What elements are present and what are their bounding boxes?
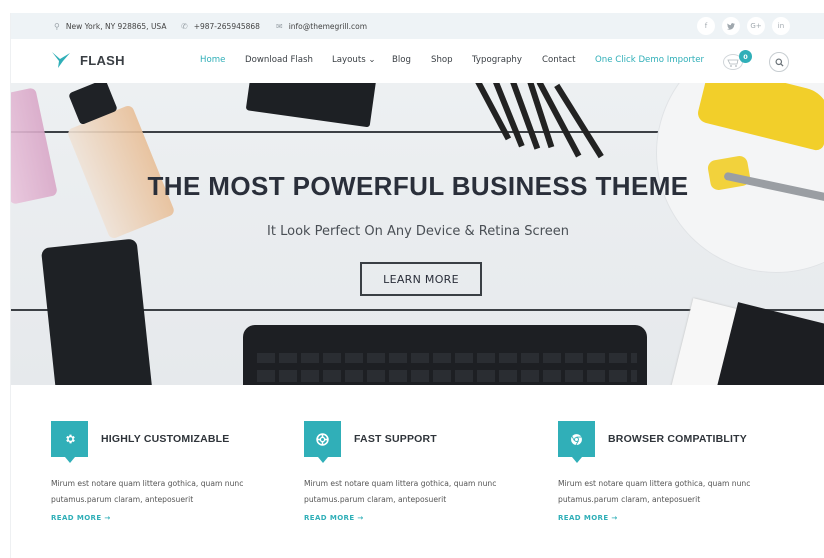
keyboard-keys-row	[257, 370, 637, 382]
nav-blog[interactable]: Blog	[392, 55, 411, 65]
feature-title: HIGHLY CUSTOMIZABLE	[101, 433, 230, 445]
phone-info[interactable]: ✆ +987-265945868	[181, 13, 260, 39]
site-logo[interactable]: FLASH	[51, 51, 125, 69]
twitter-icon	[727, 22, 735, 30]
feature-title: FAST SUPPORT	[354, 433, 437, 445]
gear-icon	[65, 434, 75, 444]
envelope-icon: ✉	[276, 21, 283, 31]
hero-slider: THE MOST POWERFUL BUSINESS THEME It Look…	[11, 83, 824, 385]
nav-contact[interactable]: Contact	[542, 55, 575, 65]
email-text: info@themegrill.com	[288, 21, 367, 31]
feature-title: BROWSER COMPATIBLITY	[608, 433, 747, 445]
email-info[interactable]: ✉ info@themegrill.com	[276, 13, 367, 39]
phone-text: +987-265945868	[193, 21, 260, 31]
address-info: ⚲ New York, NY 928865, USA	[54, 13, 166, 39]
life-ring-icon	[316, 432, 329, 446]
cart-count-badge: 0	[739, 50, 752, 63]
twitter-link[interactable]	[722, 17, 740, 35]
map-marker-icon: ⚲	[54, 21, 60, 31]
phone-icon: ✆	[181, 21, 188, 31]
facebook-icon: f	[704, 22, 708, 30]
nav-layouts[interactable]: Layouts ⌄	[332, 55, 376, 65]
learn-more-label: LEARN MORE	[383, 272, 459, 286]
feature-description: Mirum est notare quam littera gothica, q…	[558, 479, 751, 504]
google-plus-link[interactable]: G+	[747, 17, 765, 35]
feature-description: Mirum est notare quam littera gothica, q…	[51, 479, 244, 504]
search-icon	[774, 57, 784, 67]
chrome-icon	[571, 433, 582, 445]
feature-icon-box	[304, 421, 341, 463]
linkedin-link[interactable]: in	[772, 17, 790, 35]
keyboard-keys-row	[257, 353, 637, 363]
read-more-link[interactable]: READ MORE →	[558, 514, 618, 522]
feature-icon-box	[558, 421, 595, 463]
nav-one-click-demo-importer[interactable]: One Click Demo Importer	[595, 55, 704, 65]
feature-icon-box	[51, 421, 88, 463]
nav-home[interactable]: Home	[200, 55, 225, 65]
nav-shop[interactable]: Shop	[431, 55, 453, 65]
facebook-link[interactable]: f	[697, 17, 715, 35]
search-button[interactable]	[769, 52, 789, 72]
learn-more-button[interactable]: LEARN MORE	[360, 262, 482, 296]
google-plus-icon: G+	[750, 22, 762, 30]
feature-description: Mirum est notare quam littera gothica, q…	[304, 479, 497, 504]
linkedin-icon: in	[777, 22, 785, 30]
read-more-link[interactable]: READ MORE →	[51, 514, 111, 522]
black-smartphone	[40, 238, 154, 385]
read-more-link[interactable]: READ MORE →	[304, 514, 364, 522]
main-header: FLASH Home Download Flash Layouts ⌄ Blog…	[11, 39, 824, 83]
flash-bird-logo-icon	[52, 52, 70, 68]
nav-typography[interactable]: Typography	[472, 55, 522, 65]
nav-download-flash[interactable]: Download Flash	[245, 55, 313, 65]
top-bar: ⚲ New York, NY 928865, USA ✆ +987-265945…	[11, 13, 824, 39]
brand-name: FLASH	[80, 52, 125, 68]
page: ⚲ New York, NY 928865, USA ✆ +987-265945…	[10, 13, 824, 558]
address-text: New York, NY 928865, USA	[65, 21, 167, 31]
hero-subtitle: It Look Perfect On Any Device & Retina S…	[267, 224, 569, 239]
hero-title: THE MOST POWERFUL BUSINESS THEME	[147, 171, 689, 201]
